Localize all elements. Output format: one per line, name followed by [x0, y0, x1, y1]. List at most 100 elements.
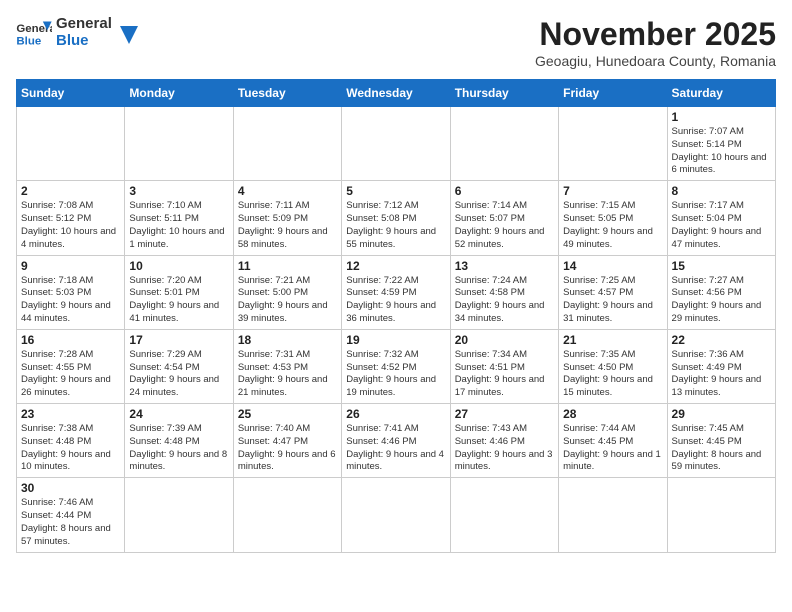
- calendar-cell: 27Sunrise: 7:43 AM Sunset: 4:46 PM Dayli…: [450, 404, 558, 478]
- day-info: Sunrise: 7:35 AM Sunset: 4:50 PM Dayligh…: [563, 349, 662, 400]
- day-info: Sunrise: 7:38 AM Sunset: 4:48 PM Dayligh…: [21, 423, 120, 474]
- logo-triangle-icon: [116, 22, 138, 44]
- day-info: Sunrise: 7:10 AM Sunset: 5:11 PM Dayligh…: [129, 200, 228, 251]
- day-info: Sunrise: 7:18 AM Sunset: 5:03 PM Dayligh…: [21, 275, 120, 326]
- day-number: 15: [672, 259, 771, 273]
- calendar-subtitle: Geoagiu, Hunedoara County, Romania: [535, 53, 776, 69]
- calendar-cell: 30 Sunrise: 7:46 AM Sunset: 4:44 PM Dayli…: [17, 478, 125, 552]
- day-info: Sunrise: 7:25 AM Sunset: 4:57 PM Dayligh…: [563, 275, 662, 326]
- logo: General Blue General Blue: [16, 16, 138, 49]
- day-info: Sunrise: 7:20 AM Sunset: 5:01 PM Dayligh…: [129, 275, 228, 326]
- day-info: Sunrise: 7:45 AM Sunset: 4:45 PM Dayligh…: [672, 423, 771, 474]
- day-info: Sunrise: 7:29 AM Sunset: 4:54 PM Dayligh…: [129, 349, 228, 400]
- svg-text:Blue: Blue: [16, 35, 41, 47]
- calendar-table: SundayMondayTuesdayWednesdayThursdayFrid…: [16, 79, 776, 553]
- logo-general: General: [56, 16, 112, 33]
- calendar-cell: [17, 107, 125, 181]
- day-number: 27: [455, 407, 554, 421]
- calendar-cell: 4Sunrise: 7:11 AM Sunset: 5:09 PM Daylig…: [233, 181, 341, 255]
- day-number: 30: [21, 481, 120, 495]
- day-info: Sunrise: 7:12 AM Sunset: 5:08 PM Dayligh…: [346, 200, 445, 251]
- day-number: 7: [563, 184, 662, 198]
- day-info: Sunrise: 7:28 AM Sunset: 4:55 PM Dayligh…: [21, 349, 120, 400]
- day-info: Sunrise: 7:44 AM Sunset: 4:45 PM Dayligh…: [563, 423, 662, 474]
- day-info: Sunrise: 7:40 AM Sunset: 4:47 PM Dayligh…: [238, 423, 337, 474]
- calendar-title: November 2025: [535, 16, 776, 53]
- calendar-cell: [125, 478, 233, 552]
- day-number: 18: [238, 333, 337, 347]
- day-info: Sunrise: 7:15 AM Sunset: 5:05 PM Dayligh…: [563, 200, 662, 251]
- day-info: Sunrise: 7:21 AM Sunset: 5:00 PM Dayligh…: [238, 275, 337, 326]
- day-number: 11: [238, 259, 337, 273]
- calendar-cell: 5 Sunrise: 7:12 AM Sunset: 5:08 PM Daylig…: [342, 181, 450, 255]
- day-number: 26: [346, 407, 445, 421]
- calendar-cell: 24Sunrise: 7:39 AM Sunset: 4:48 PM Dayli…: [125, 404, 233, 478]
- calendar-cell: 11 Sunrise: 7:21 AM Sunset: 5:00 PM Dayli…: [233, 255, 341, 329]
- day-number: 9: [21, 259, 120, 273]
- calendar-cell: 23 Sunrise: 7:38 AM Sunset: 4:48 PM Dayli…: [17, 404, 125, 478]
- calendar-cell: 15Sunrise: 7:27 AM Sunset: 4:56 PM Dayli…: [667, 255, 775, 329]
- calendar-cell: 3Sunrise: 7:10 AM Sunset: 5:11 PM Daylig…: [125, 181, 233, 255]
- calendar-week-5: 30 Sunrise: 7:46 AM Sunset: 4:44 PM Dayli…: [17, 478, 776, 552]
- calendar-cell: 16 Sunrise: 7:28 AM Sunset: 4:55 PM Dayli…: [17, 329, 125, 403]
- day-number: 21: [563, 333, 662, 347]
- day-info: Sunrise: 7:22 AM Sunset: 4:59 PM Dayligh…: [346, 275, 445, 326]
- calendar-cell: [342, 107, 450, 181]
- calendar-cell: 25Sunrise: 7:40 AM Sunset: 4:47 PM Dayli…: [233, 404, 341, 478]
- calendar-cell: 7 Sunrise: 7:15 AM Sunset: 5:05 PM Daylig…: [559, 181, 667, 255]
- day-info: Sunrise: 7:46 AM Sunset: 4:44 PM Dayligh…: [21, 497, 120, 548]
- calendar-cell: 20Sunrise: 7:34 AM Sunset: 4:51 PM Dayli…: [450, 329, 558, 403]
- day-info: Sunrise: 7:14 AM Sunset: 5:07 PM Dayligh…: [455, 200, 554, 251]
- calendar-cell: [667, 478, 775, 552]
- calendar-cell: 13 Sunrise: 7:24 AM Sunset: 4:58 PM Dayli…: [450, 255, 558, 329]
- header-friday: Friday: [559, 80, 667, 107]
- header-wednesday: Wednesday: [342, 80, 450, 107]
- header: General Blue General Blue November 2025 …: [16, 16, 776, 69]
- day-number: 29: [672, 407, 771, 421]
- header-tuesday: Tuesday: [233, 80, 341, 107]
- calendar-week-0: 1Sunrise: 7:07 AM Sunset: 5:14 PM Daylig…: [17, 107, 776, 181]
- day-number: 5: [346, 184, 445, 198]
- calendar-header-row: SundayMondayTuesdayWednesdayThursdayFrid…: [17, 80, 776, 107]
- calendar-body: 1Sunrise: 7:07 AM Sunset: 5:14 PM Daylig…: [17, 107, 776, 553]
- day-number: 16: [21, 333, 120, 347]
- calendar-cell: 1Sunrise: 7:07 AM Sunset: 5:14 PM Daylig…: [667, 107, 775, 181]
- header-saturday: Saturday: [667, 80, 775, 107]
- day-number: 8: [672, 184, 771, 198]
- day-info: Sunrise: 7:24 AM Sunset: 4:58 PM Dayligh…: [455, 275, 554, 326]
- calendar-cell: 17Sunrise: 7:29 AM Sunset: 4:54 PM Dayli…: [125, 329, 233, 403]
- logo-blue: Blue: [56, 33, 112, 50]
- calendar-cell: 2Sunrise: 7:08 AM Sunset: 5:12 PM Daylig…: [17, 181, 125, 255]
- header-thursday: Thursday: [450, 80, 558, 107]
- calendar-cell: 9 Sunrise: 7:18 AM Sunset: 5:03 PM Daylig…: [17, 255, 125, 329]
- day-info: Sunrise: 7:31 AM Sunset: 4:53 PM Dayligh…: [238, 349, 337, 400]
- day-info: Sunrise: 7:08 AM Sunset: 5:12 PM Dayligh…: [21, 200, 120, 251]
- calendar-cell: [233, 107, 341, 181]
- day-number: 28: [563, 407, 662, 421]
- calendar-week-1: 2Sunrise: 7:08 AM Sunset: 5:12 PM Daylig…: [17, 181, 776, 255]
- calendar-cell: 14 Sunrise: 7:25 AM Sunset: 4:57 PM Dayli…: [559, 255, 667, 329]
- day-number: 13: [455, 259, 554, 273]
- title-area: November 2025 Geoagiu, Hunedoara County,…: [535, 16, 776, 69]
- calendar-cell: 12Sunrise: 7:22 AM Sunset: 4:59 PM Dayli…: [342, 255, 450, 329]
- day-number: 14: [563, 259, 662, 273]
- day-info: Sunrise: 7:17 AM Sunset: 5:04 PM Dayligh…: [672, 200, 771, 251]
- day-info: Sunrise: 7:39 AM Sunset: 4:48 PM Dayligh…: [129, 423, 228, 474]
- calendar-cell: [450, 478, 558, 552]
- day-number: 19: [346, 333, 445, 347]
- calendar-cell: [233, 478, 341, 552]
- calendar-cell: [450, 107, 558, 181]
- calendar-cell: 28 Sunrise: 7:44 AM Sunset: 4:45 PM Dayli…: [559, 404, 667, 478]
- day-number: 10: [129, 259, 228, 273]
- day-info: Sunrise: 7:32 AM Sunset: 4:52 PM Dayligh…: [346, 349, 445, 400]
- calendar-week-4: 23 Sunrise: 7:38 AM Sunset: 4:48 PM Dayli…: [17, 404, 776, 478]
- calendar-cell: 8 Sunrise: 7:17 AM Sunset: 5:04 PM Daylig…: [667, 181, 775, 255]
- day-number: 23: [21, 407, 120, 421]
- day-number: 22: [672, 333, 771, 347]
- calendar-cell: 18 Sunrise: 7:31 AM Sunset: 4:53 PM Dayli…: [233, 329, 341, 403]
- day-number: 4: [238, 184, 337, 198]
- header-monday: Monday: [125, 80, 233, 107]
- calendar-cell: 22 Sunrise: 7:36 AM Sunset: 4:49 PM Dayli…: [667, 329, 775, 403]
- day-info: Sunrise: 7:36 AM Sunset: 4:49 PM Dayligh…: [672, 349, 771, 400]
- calendar-cell: [559, 478, 667, 552]
